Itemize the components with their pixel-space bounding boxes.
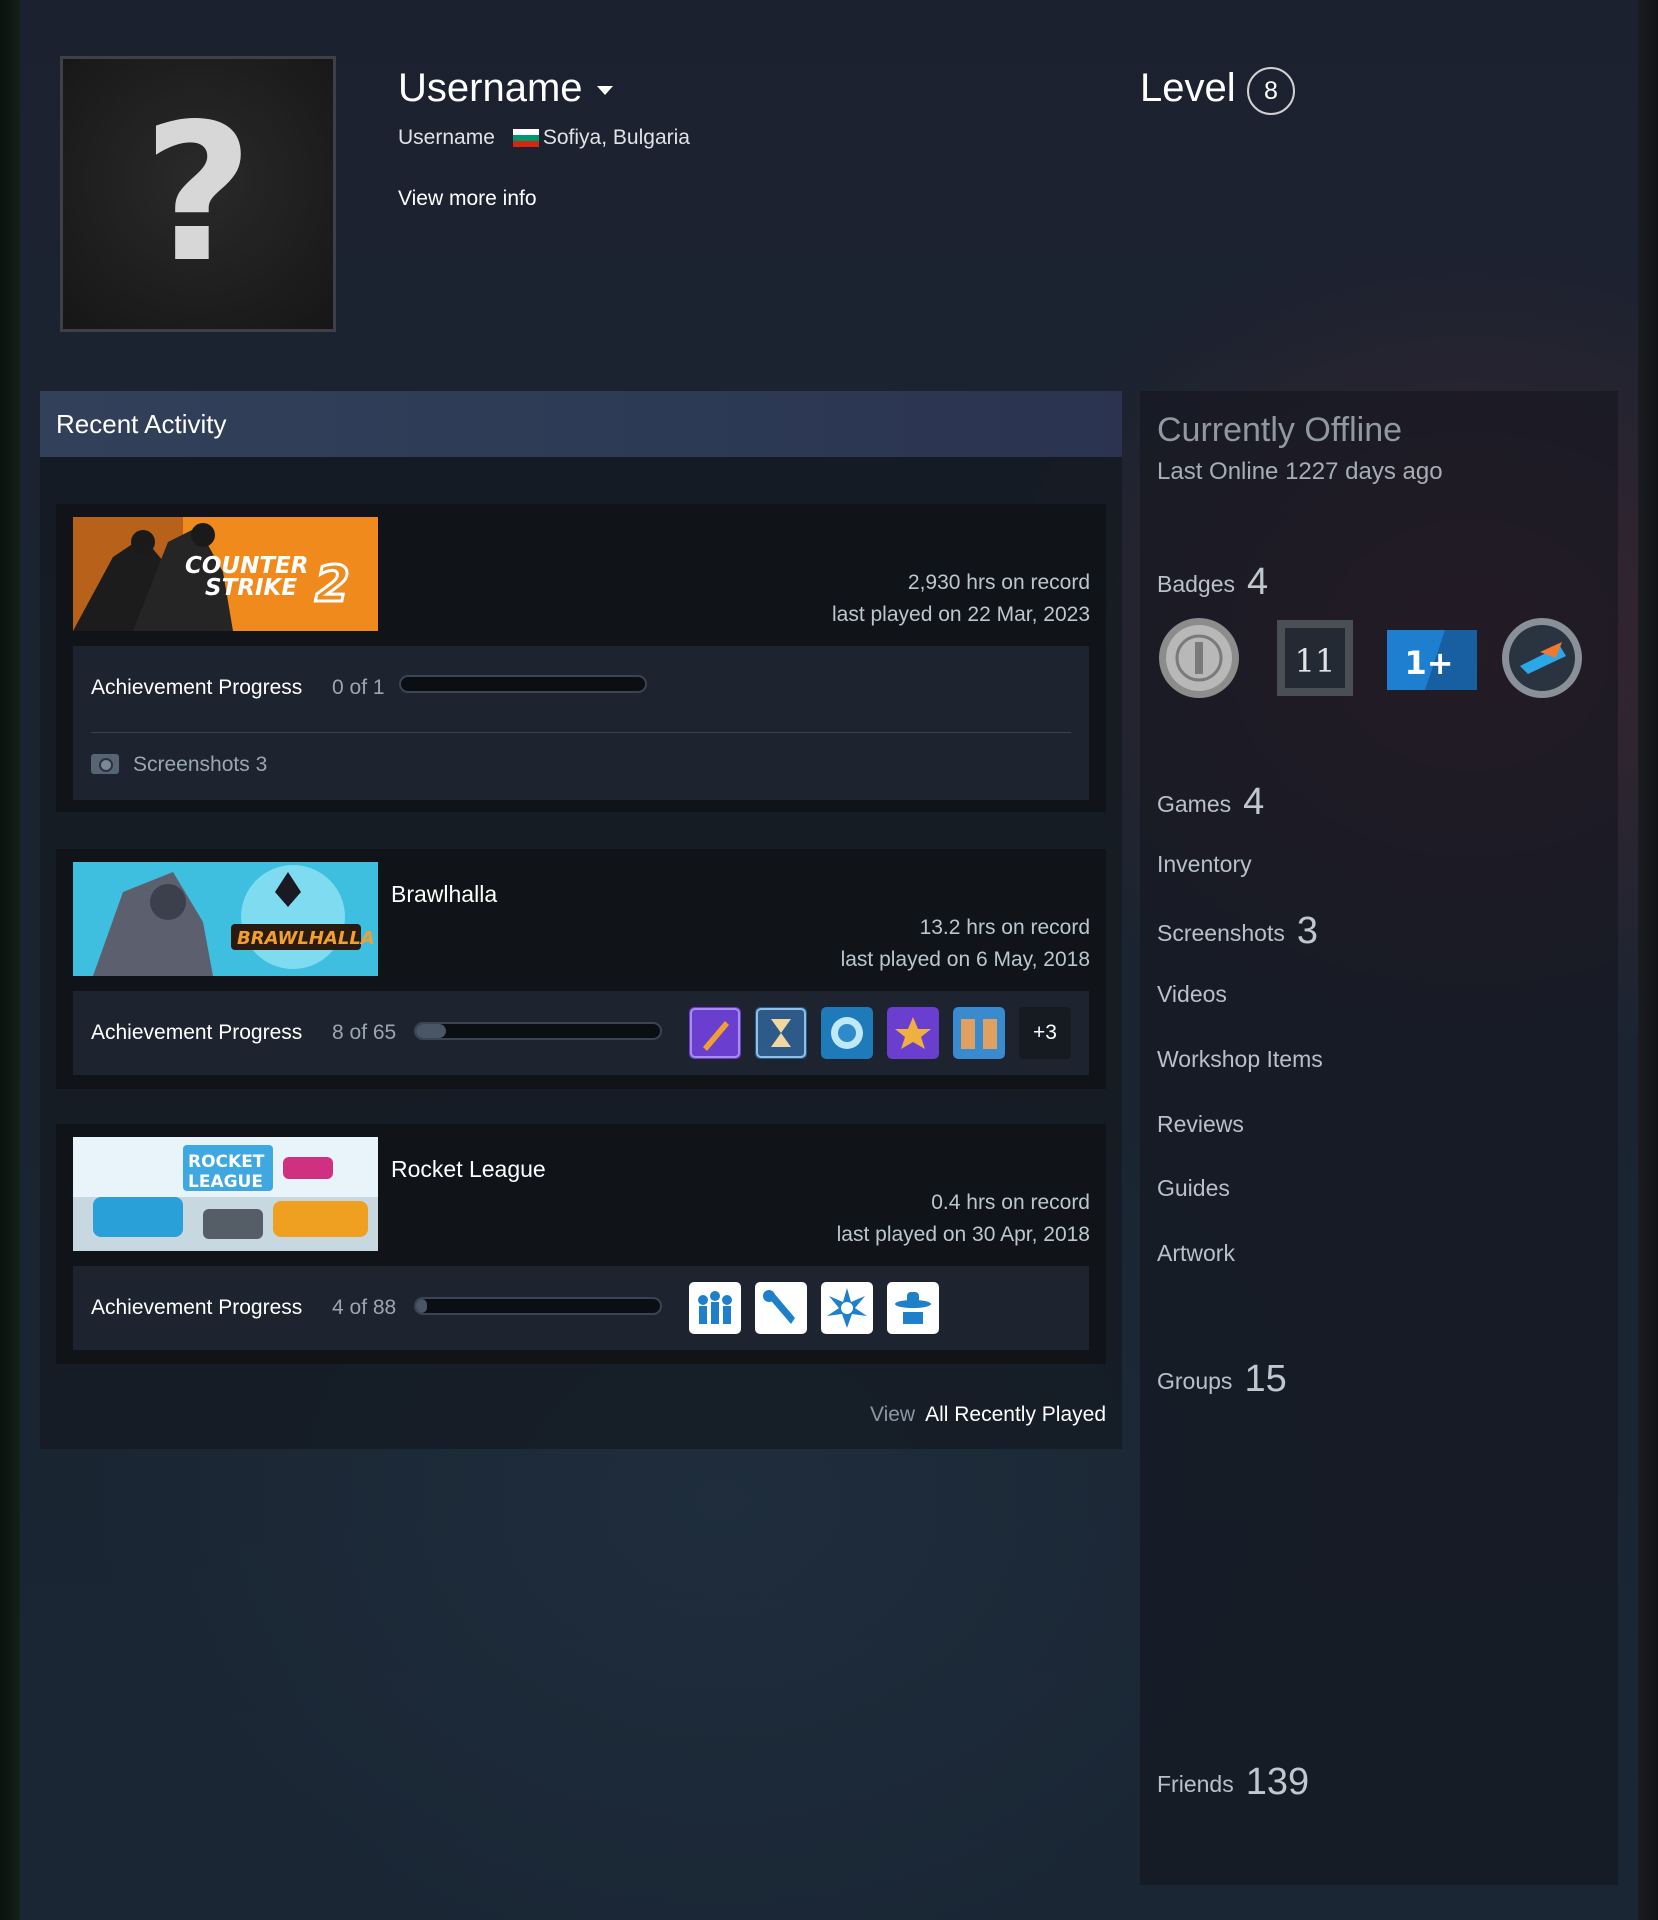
friends-link[interactable]: Friends 139 [1157,1761,1309,1804]
game-last-played: last played on 6 May, 2018 [840,948,1090,971]
profile-username[interactable]: Username [398,66,613,111]
rl-logo-line1: ROCKET [188,1152,265,1172]
more-achievements-badge[interactable]: +3 [1019,1007,1071,1059]
game-hours: 13.2 hrs on record [919,916,1090,939]
screenshots-link[interactable]: Screenshots 3 [91,753,267,777]
rl-logo-line2: LEAGUE [188,1172,263,1192]
achievement-count: 4 of 88 [332,1296,397,1319]
cs-logo-number: 2 [315,555,350,613]
recent-activity-title: Recent Activity [56,409,227,439]
artwork-link[interactable]: Artwork [1157,1240,1235,1267]
profile-sidebar: Currently Offline Last Online 1227 days … [1140,391,1618,1885]
recent-activity-panel: Recent Activity COUNTER STRIKE 2 2,930 h… [40,391,1122,1449]
brawlhalla-logo-text: BRAWLHALLA [237,928,375,949]
online-status: Currently Offline [1157,411,1403,449]
game-banner-brawlhalla[interactable]: BRAWLHALLA [73,862,378,976]
games-count: 4 [1243,781,1265,823]
level-badge[interactable]: 8 [1247,67,1295,115]
badges-link[interactable]: Badges 4 [1157,561,1268,604]
achievement-versus-icon[interactable] [953,1007,1005,1059]
username-text: Username [398,66,583,110]
friends-label: Friends [1157,1771,1234,1797]
badges-count: 4 [1247,561,1269,603]
achievement-box: Achievement Progress 0 of 1 Screenshots … [73,646,1089,800]
camera-icon [91,754,119,774]
groups-link[interactable]: Groups 15 [1157,1358,1287,1401]
profile-subline: Username Sofiya, Bulgaria [398,126,690,150]
achievement-progress-bar [414,1022,662,1040]
game-hours: 0.4 hrs on record [931,1191,1090,1214]
game-card-counter-strike: COUNTER STRIKE 2 2,930 hrs on record las… [56,504,1106,812]
achievement-sombrero-icon[interactable] [887,1282,939,1334]
game-banner-counter-strike[interactable]: COUNTER STRIKE 2 [73,517,378,631]
achievement-progress-label[interactable]: Achievement Progress [91,1296,302,1320]
last-online: Last Online 1227 days ago [1157,458,1443,485]
achievement-count: 8 of 65 [332,1021,397,1044]
game-last-played: last played on 30 Apr, 2018 [836,1223,1090,1246]
badge-years-service-icon[interactable]: 11 [1273,616,1357,700]
achievement-sword-icon[interactable] [689,1007,741,1059]
screenshots-sidebar-link[interactable]: Screenshots 3 [1157,910,1318,953]
divider [91,732,1071,733]
game-card-rocket-league: ROCKET LEAGUE Rocket League 0.4 hrs on r… [56,1124,1106,1364]
achievement-burst-icon[interactable] [821,1282,873,1334]
badge-game-collector-icon[interactable]: 1+ [1385,616,1479,700]
games-label: Games [1157,791,1232,817]
reviews-link[interactable]: Reviews [1157,1111,1244,1138]
game-title[interactable]: Brawlhalla [391,881,497,908]
achievement-team-icon[interactable] [689,1282,741,1334]
cs-logo-line2: STRIKE [205,575,297,601]
groups-label: Groups [1157,1368,1233,1394]
achievement-progress-label[interactable]: Achievement Progress [91,676,302,700]
badge-silver-coin-icon[interactable] [1157,616,1241,700]
view-label: View [869,1403,916,1426]
profile-page: ? Username Username Sofiya, Bulgaria View… [20,0,1638,1920]
groups-count: 15 [1244,1358,1287,1400]
achievement-progress-fill [416,1024,446,1038]
view-all-recently-played[interactable]: View All Recently Played [870,1403,1106,1427]
workshop-items-link[interactable]: Workshop Items [1157,1046,1323,1073]
achievement-hourglass-icon[interactable] [755,1007,807,1059]
game-last-played: last played on 22 Mar, 2023 [831,603,1090,626]
screenshots-count: 3 [1296,910,1318,952]
badge-collector-text: 1+ [1404,644,1453,682]
achievement-progress-fill [416,1299,427,1313]
inventory-link[interactable]: Inventory [1157,851,1252,878]
achievement-count: 0 of 1 [332,676,385,699]
badge-years-text: 11 [1295,642,1336,680]
level-label: Level [1140,66,1236,110]
videos-link[interactable]: Videos [1157,981,1227,1008]
game-title[interactable]: Rocket League [391,1156,546,1183]
screenshots-label: Screenshots [1157,920,1285,946]
achievement-box: Achievement Progress 8 of 65 +3 [73,991,1089,1075]
avatar[interactable]: ? [60,56,336,332]
question-mark-icon: ? [142,83,254,304]
caret-down-icon[interactable] [596,85,613,95]
screenshots-text: Screenshots 3 [133,753,268,776]
badges-label: Badges [1157,571,1236,597]
real-name: Username [398,126,495,149]
friends-count: 139 [1245,1761,1310,1803]
page-edge-right [1638,0,1658,1920]
page-edge-left [0,0,20,1920]
badge-rocket-league-icon[interactable] [1500,616,1584,700]
game-banner-rocket-league[interactable]: ROCKET LEAGUE [73,1137,378,1251]
achievement-progress-bar [414,1297,662,1315]
location: Sofiya, Bulgaria [542,126,690,149]
achievement-shield-icon[interactable] [821,1007,873,1059]
game-hours: 2,930 hrs on record [907,571,1090,594]
games-link[interactable]: Games 4 [1157,781,1264,824]
view-more-info-link[interactable]: View more info [398,187,537,211]
guides-link[interactable]: Guides [1157,1175,1230,1202]
achievement-wrench-icon[interactable] [755,1282,807,1334]
achievement-star-icon[interactable] [887,1007,939,1059]
bulgaria-flag-icon [512,129,539,147]
achievement-progress-label[interactable]: Achievement Progress [91,1021,302,1045]
recent-activity-header: Recent Activity [40,391,1122,457]
all-recently-played-link[interactable]: All Recently Played [925,1403,1106,1426]
achievement-progress-bar [399,675,647,693]
game-card-brawlhalla: BRAWLHALLA Brawlhalla 13.2 hrs on record… [56,849,1106,1089]
achievement-box: Achievement Progress 4 of 88 [73,1266,1089,1350]
